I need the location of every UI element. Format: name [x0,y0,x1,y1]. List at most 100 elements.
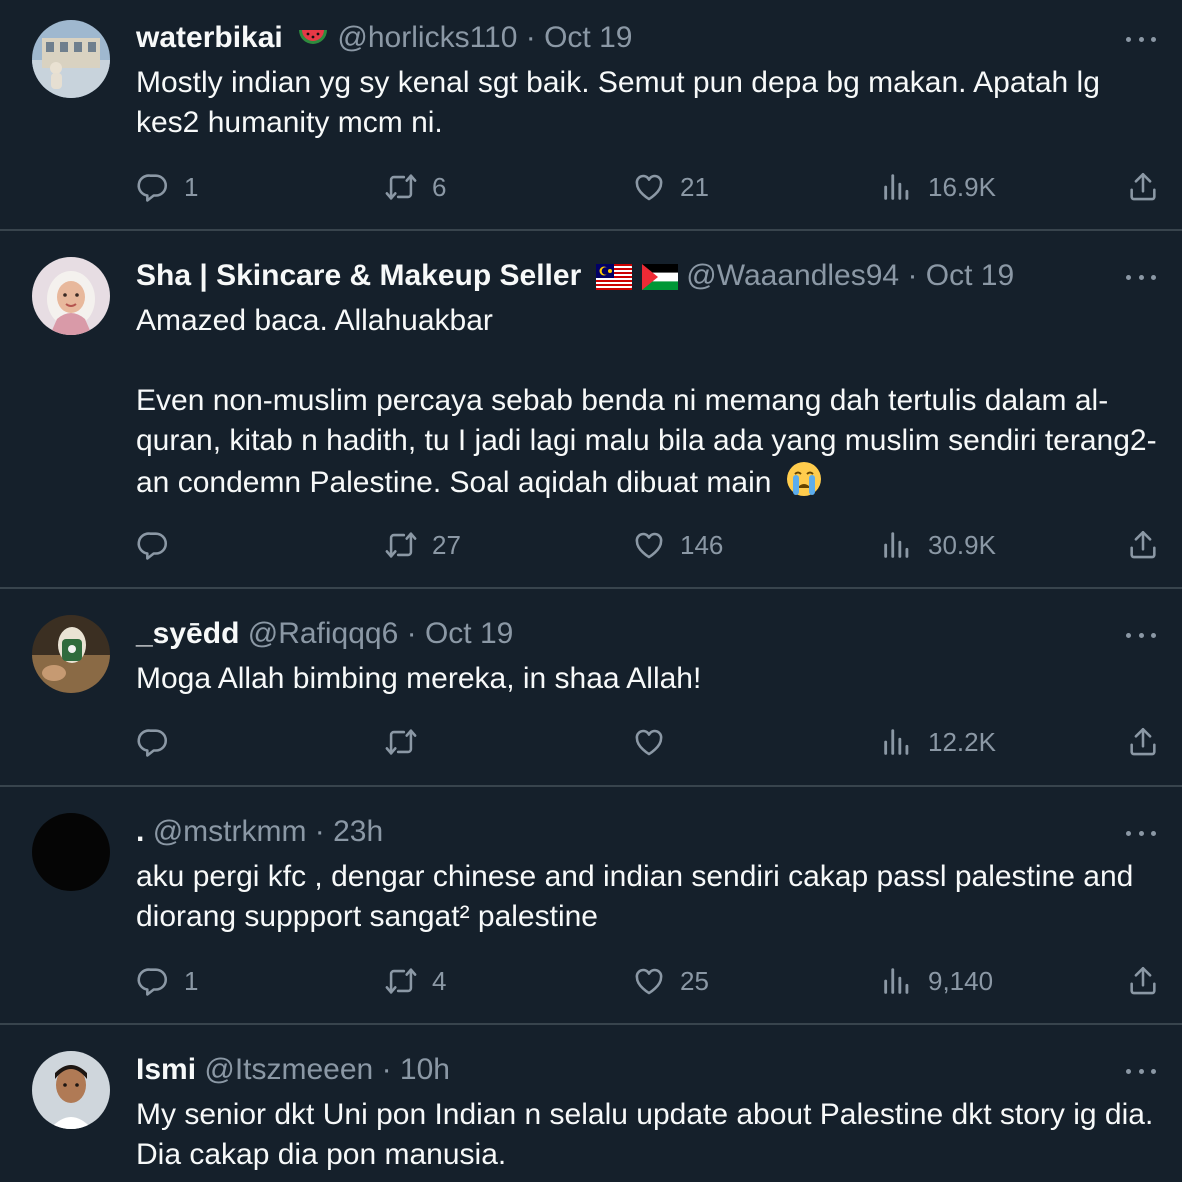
separator-dot: · [314,815,325,848]
separator-dot: · [406,617,417,650]
like-button[interactable] [632,722,680,762]
more-options-icon[interactable] [1124,22,1158,56]
timestamp[interactable]: 23h [333,815,383,848]
watermelon-icon [297,25,329,61]
avatar[interactable] [32,615,110,693]
share-button[interactable] [1126,525,1160,565]
tweet-text: Moga Allah bimbing mereka, in shaa Allah… [136,662,702,695]
share-icon [1126,725,1160,759]
timestamp[interactable]: Oct 19 [425,617,513,650]
share-button[interactable] [1126,722,1160,762]
avatar[interactable] [32,813,110,891]
handle[interactable]: @horlicks110 [337,21,517,54]
reply-button[interactable] [136,525,184,565]
action-bar: 27 146 30.9K [0,525,1182,565]
display-name[interactable]: . [136,815,144,848]
heart-icon [632,170,666,204]
more-options-icon[interactable] [1124,260,1158,294]
tweet-text-line: Amazed baca. Allahuakbar [136,304,493,337]
tweet-text: My senior dkt Uni pon Indian n selalu up… [136,1098,1162,1171]
share-button[interactable] [1126,167,1160,207]
timestamp[interactable]: 10h [400,1053,450,1086]
views-chart-icon [880,528,914,562]
handle[interactable]: @Waaandles94 [686,259,899,292]
views-button[interactable]: 16.9K [880,167,996,207]
heart-icon [632,528,666,562]
retweet-count: 4 [432,965,447,996]
views-chart-icon [880,964,914,998]
tweet[interactable]: Sha | Skincare & Makeup Seller @Waaandle… [0,231,1182,589]
view-count: 16.9K [928,171,996,202]
avatar[interactable] [32,1051,110,1129]
retweet-icon [384,528,418,562]
tweet-header: Sha | Skincare & Makeup Seller @Waaandle… [136,258,1102,299]
share-button[interactable] [1126,961,1160,1001]
display-name[interactable]: _syēdd [136,617,239,650]
handle[interactable]: @Rafiqqq6 [248,617,399,650]
like-button[interactable]: 21 [632,167,709,207]
separator-dot: · [525,21,536,54]
tweet-text: Mostly indian yg sy kenal sgt baik. Semu… [136,66,1109,139]
view-count: 12.2K [928,726,996,757]
malaysia-flag-icon [595,263,632,299]
crying-face-icon [786,461,822,508]
reply-icon [136,170,170,204]
share-icon [1126,170,1160,204]
retweet-button[interactable] [384,722,432,762]
views-chart-icon [880,725,914,759]
retweet-button[interactable]: 6 [384,167,446,207]
timestamp[interactable]: Oct 19 [544,21,632,54]
tweet[interactable]: Ismi @Itszmeeen · 10h My senior dkt Uni … [0,1025,1182,1182]
tweet-text: Amazed baca. Allahuakbar Even non-muslim… [136,301,1162,508]
tweet-text: aku pergi kfc , dengar chinese and india… [136,860,1142,933]
retweet-count: 27 [432,529,461,560]
reply-icon [136,725,170,759]
views-button[interactable]: 9,140 [880,961,993,1001]
retweet-button[interactable]: 4 [384,961,446,1001]
tweet-text-paragraph: Even non-muslim percaya sebab benda ni m… [136,384,1157,499]
more-options-icon[interactable] [1124,1054,1158,1088]
tweet[interactable]: waterbikai @horlicks110 · Oct 19 Mostly … [0,0,1182,231]
views-button[interactable]: 12.2K [880,722,996,762]
reply-button[interactable] [136,722,184,762]
view-count: 30.9K [928,529,996,560]
reply-button[interactable]: 1 [136,961,198,1001]
action-bar: 1 6 21 16.9K [0,167,1182,207]
avatar[interactable] [32,257,110,335]
reply-icon [136,528,170,562]
retweet-count: 6 [432,171,447,202]
action-bar: 1 4 25 9,140 [0,961,1182,1001]
handle[interactable]: @mstrkmm [153,815,307,848]
avatar[interactable] [32,20,110,98]
more-options-icon[interactable] [1124,816,1158,850]
more-options-icon[interactable] [1124,618,1158,652]
heart-icon [632,725,666,759]
reply-button[interactable]: 1 [136,167,198,207]
display-name[interactable]: waterbikai [136,21,283,54]
share-icon [1126,528,1160,562]
retweet-icon [384,170,418,204]
views-chart-icon [880,170,914,204]
display-name[interactable]: Sha | Skincare & Makeup Seller [136,259,581,292]
palestine-flag-icon [641,263,678,299]
tweet-header: _syēdd @Rafiqqq6 · Oct 19 [136,616,1102,652]
like-count: 25 [680,965,709,996]
like-button[interactable]: 146 [632,525,723,565]
tweet[interactable]: _syēdd @Rafiqqq6 · Oct 19 Moga Allah bim… [0,589,1182,787]
retweet-icon [384,725,418,759]
handle[interactable]: @Itszmeeen [204,1053,373,1086]
tweet[interactable]: . @mstrkmm · 23h aku pergi kfc , dengar … [0,787,1182,1025]
timestamp[interactable]: Oct 19 [926,259,1014,292]
heart-icon [632,964,666,998]
tweet-header: . @mstrkmm · 23h [136,814,1102,850]
separator-dot: · [381,1053,392,1086]
reply-icon [136,964,170,998]
display-name[interactable]: Ismi [136,1053,196,1086]
separator-dot: · [907,259,918,292]
like-button[interactable]: 25 [632,961,709,1001]
like-count: 146 [680,529,724,560]
retweet-icon [384,964,418,998]
action-bar: 12.2K [0,722,1182,762]
retweet-button[interactable]: 27 [384,525,461,565]
views-button[interactable]: 30.9K [880,525,996,565]
